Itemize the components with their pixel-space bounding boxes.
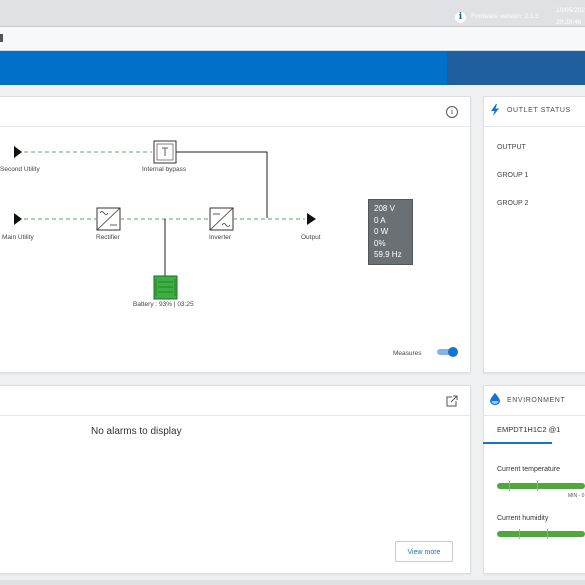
toggle-knob — [448, 347, 458, 357]
load-value: 0% — [374, 238, 386, 248]
outlet-item-output[interactable]: OUTPUT — [497, 144, 526, 151]
no-alarms-message: No alarms to display — [91, 426, 182, 437]
firmware-version-text: Firmware version 2.1.5 — [471, 13, 539, 20]
water-drop-icon — [490, 393, 500, 405]
view-more-button[interactable]: View more — [395, 541, 453, 562]
rectifier-icon[interactable] — [96, 207, 121, 231]
internal-bypass-label: Internal bypass — [142, 166, 187, 173]
browser-address-bar[interactable] — [0, 27, 585, 51]
app-header — [0, 51, 585, 85]
open-external-icon[interactable] — [446, 395, 458, 407]
outlet-status-title: OUTLET STATUS — [507, 107, 571, 114]
lightning-bolt-icon — [491, 104, 499, 116]
internal-bypass-icon[interactable] — [153, 140, 177, 164]
info-icon[interactable]: i — [455, 12, 466, 23]
inverter-label: Inverter — [209, 234, 232, 241]
datetime: 10/05/202 20:28:46 — [556, 5, 585, 29]
measures-toggle[interactable] — [437, 347, 459, 358]
card-header-divider — [0, 415, 470, 416]
temperature-bar-tick — [537, 481, 539, 491]
firmware-label: Firmware version — [471, 13, 521, 20]
humidity-bar-tick — [547, 529, 549, 539]
date-text: 10/05/202 — [556, 7, 585, 14]
window-bottom-edge — [0, 580, 585, 585]
time-text: 20:28:46 — [556, 19, 582, 26]
humidity-bar — [497, 529, 585, 539]
environment-title: ENVIRONMENT — [507, 397, 566, 404]
humidity-bar-tick — [519, 529, 521, 539]
voltage-value: 208 V — [374, 204, 395, 213]
main-utility-arrow-icon — [14, 213, 22, 225]
frequency-value: 59.9 Hz — [374, 250, 402, 259]
rectifier-label: Rectifier — [96, 234, 120, 241]
second-utility-label: Second Utility — [0, 166, 40, 173]
main-utility-label: Main Utility — [2, 234, 34, 241]
address-text-fragment — [0, 34, 3, 42]
battery-label: Battery : 93% | 03:25 — [133, 301, 194, 308]
firmware-panel — [447, 51, 585, 85]
outlet-status-card — [483, 96, 585, 373]
info-circle-icon[interactable]: i — [446, 106, 458, 118]
environment-card — [483, 385, 585, 574]
temperature-min-label: MIN - 0 — [568, 493, 585, 499]
sensor-tab[interactable]: EMPDT1H1C2 @1 — [497, 425, 560, 434]
temperature-label: Current temperature — [497, 466, 561, 473]
sensor-tab-indicator — [483, 442, 552, 444]
outlet-item-group-1[interactable]: GROUP 1 — [497, 172, 528, 179]
outlet-item-group-2[interactable]: GROUP 2 — [497, 200, 528, 207]
card-header-divider — [484, 126, 585, 127]
current-value: 0 A — [374, 215, 386, 225]
battery-icon[interactable] — [153, 275, 178, 300]
second-utility-arrow-icon — [14, 146, 22, 158]
card-header-divider — [0, 126, 470, 127]
temperature-bar — [497, 481, 585, 491]
temperature-bar-tick — [509, 481, 511, 491]
power-value: 0 W — [374, 227, 389, 236]
firmware-version: 2.1.5 — [524, 13, 539, 20]
inverter-icon[interactable] — [209, 207, 234, 231]
output-arrow-icon — [307, 213, 316, 225]
output-label: Output — [301, 234, 321, 241]
card-header-divider — [484, 415, 585, 416]
measures-toggle-label: Measures — [393, 350, 422, 357]
measures-panel: 208 V 0 A 0 W 0% 59.9 Hz — [368, 199, 413, 265]
humidity-label: Current humidity — [497, 515, 549, 522]
